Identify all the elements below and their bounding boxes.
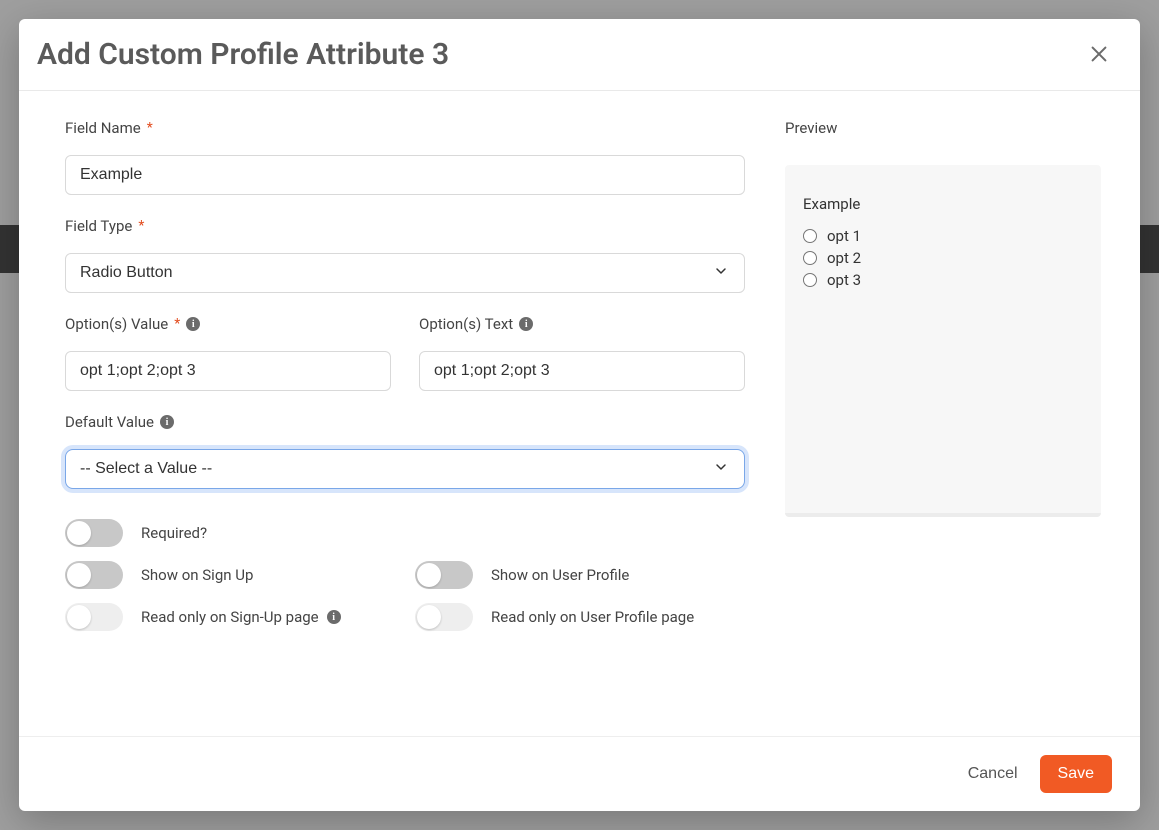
preview-panel: Example opt 1 opt 2 opt 3 bbox=[785, 165, 1101, 517]
field-type-label: Field Type bbox=[65, 217, 132, 235]
readonly-signup-toggle[interactable] bbox=[65, 603, 123, 631]
options-value-label: Option(s) Value bbox=[65, 315, 168, 333]
default-value-label: Default Value bbox=[65, 413, 154, 431]
close-icon[interactable] bbox=[1088, 43, 1112, 67]
modal-header: Add Custom Profile Attribute 3 bbox=[19, 19, 1140, 91]
preview-radio-option[interactable]: opt 3 bbox=[803, 271, 1083, 289]
preview-field-label: Example bbox=[803, 195, 1083, 213]
required-toggle-label: Required? bbox=[141, 524, 207, 542]
readonly-profile-toggle[interactable] bbox=[415, 603, 473, 631]
options-text-input[interactable] bbox=[419, 351, 745, 391]
field-name-label: Field Name bbox=[65, 119, 141, 137]
save-button[interactable]: Save bbox=[1040, 755, 1112, 793]
show-profile-toggle[interactable] bbox=[415, 561, 473, 589]
preview-radio-option[interactable]: opt 2 bbox=[803, 249, 1083, 267]
required-asterisk: * bbox=[138, 218, 144, 234]
default-value-select[interactable] bbox=[65, 449, 745, 489]
info-icon[interactable]: i bbox=[160, 415, 174, 429]
add-attribute-modal: Add Custom Profile Attribute 3 Field Nam… bbox=[19, 19, 1140, 811]
cancel-button[interactable]: Cancel bbox=[968, 765, 1018, 783]
options-value-input[interactable] bbox=[65, 351, 391, 391]
field-type-select[interactable] bbox=[65, 253, 745, 293]
required-toggle[interactable] bbox=[65, 519, 123, 547]
options-text-label: Option(s) Text bbox=[419, 315, 513, 333]
readonly-profile-label: Read only on User Profile page bbox=[491, 608, 694, 626]
info-icon[interactable]: i bbox=[186, 317, 200, 331]
info-icon[interactable]: i bbox=[519, 317, 533, 331]
preview-radio-option[interactable]: opt 1 bbox=[803, 227, 1083, 245]
info-icon[interactable]: i bbox=[327, 610, 341, 624]
show-profile-label: Show on User Profile bbox=[491, 566, 629, 584]
preview-heading: Preview bbox=[785, 119, 1101, 137]
required-asterisk: * bbox=[147, 120, 153, 136]
modal-title: Add Custom Profile Attribute 3 bbox=[37, 37, 449, 72]
show-signup-label: Show on Sign Up bbox=[141, 566, 253, 584]
show-signup-toggle[interactable] bbox=[65, 561, 123, 589]
readonly-signup-label: Read only on Sign-Up page bbox=[141, 608, 319, 626]
field-name-input[interactable] bbox=[65, 155, 745, 195]
required-asterisk: * bbox=[174, 316, 180, 332]
modal-footer: Cancel Save bbox=[19, 736, 1140, 811]
